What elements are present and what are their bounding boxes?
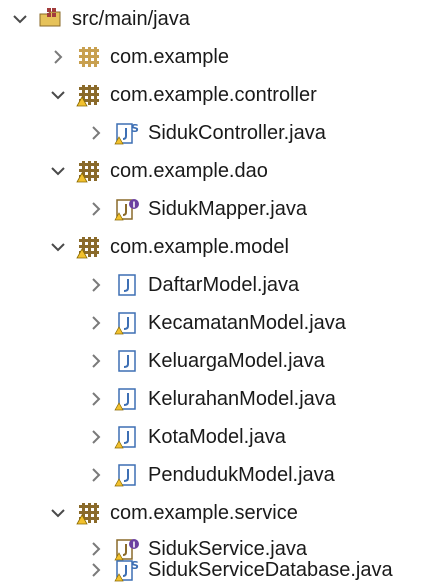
package-explorer-tree: src/main/java com.example com.example.co… bbox=[0, 0, 440, 582]
tree-node-siduk-controller-java[interactable]: S SidukController.java bbox=[86, 116, 326, 150]
package-icon bbox=[76, 158, 102, 184]
chevron-right-icon[interactable] bbox=[48, 47, 68, 67]
chevron-right-icon[interactable] bbox=[86, 427, 106, 447]
chevron-right-icon[interactable] bbox=[86, 123, 106, 143]
tree-node-penduduk-model-java[interactable]: PendudukModel.java bbox=[86, 458, 335, 492]
tree-node-label: com.example bbox=[110, 46, 229, 68]
chevron-down-icon[interactable] bbox=[10, 9, 30, 29]
chevron-down-icon[interactable] bbox=[48, 85, 68, 105]
source-folder-icon bbox=[38, 6, 64, 32]
java-interface-icon: I bbox=[114, 196, 140, 222]
chevron-down-icon[interactable] bbox=[48, 161, 68, 181]
package-icon bbox=[76, 82, 102, 108]
tree-node-label: DaftarModel.java bbox=[148, 274, 300, 296]
svg-text:S: S bbox=[131, 122, 139, 135]
java-file-warning-icon bbox=[114, 386, 140, 412]
tree-node-label: PendudukModel.java bbox=[148, 464, 335, 486]
svg-text:I: I bbox=[133, 541, 136, 550]
java-file-warning-icon bbox=[114, 462, 140, 488]
tree-node-label: KotaModel.java bbox=[148, 426, 286, 448]
tree-node-label: SidukController.java bbox=[148, 122, 326, 144]
chevron-right-icon[interactable] bbox=[86, 313, 106, 333]
tree-node-keluarga-model-java[interactable]: KeluargaModel.java bbox=[86, 344, 325, 378]
java-file-warning-icon bbox=[114, 424, 140, 450]
java-file-icon bbox=[114, 272, 140, 298]
svg-text:I: I bbox=[133, 201, 136, 210]
svg-text:S: S bbox=[131, 559, 139, 572]
tree-node-kelurahan-model-java[interactable]: KelurahanModel.java bbox=[86, 382, 336, 416]
tree-node-label: com.example.dao bbox=[110, 160, 268, 182]
tree-node-label: KeluargaModel.java bbox=[148, 350, 325, 372]
tree-node-com-example-model[interactable]: com.example.model bbox=[48, 230, 289, 264]
tree-node-siduk-service-database-java[interactable]: S SidukServiceDatabase.java bbox=[86, 559, 393, 582]
tree-node-label: KecamatanModel.java bbox=[148, 312, 346, 334]
chevron-down-icon[interactable] bbox=[48, 503, 68, 523]
tree-node-kota-model-java[interactable]: KotaModel.java bbox=[86, 420, 286, 454]
tree-node-com-example-controller[interactable]: com.example.controller bbox=[48, 78, 317, 112]
tree-node-label: com.example.service bbox=[110, 502, 298, 524]
chevron-down-icon[interactable] bbox=[48, 237, 68, 257]
tree-node-label: src/main/java bbox=[72, 8, 190, 30]
tree-node-com-example-dao[interactable]: com.example.dao bbox=[48, 154, 268, 188]
tree-node-label: com.example.model bbox=[110, 236, 289, 258]
tree-node-label: com.example.controller bbox=[110, 84, 317, 106]
tree-node-daftar-model-java[interactable]: DaftarModel.java bbox=[86, 268, 299, 302]
chevron-right-icon[interactable] bbox=[86, 351, 106, 371]
chevron-right-icon[interactable] bbox=[86, 560, 106, 580]
package-icon bbox=[76, 234, 102, 260]
java-class-icon: S bbox=[114, 120, 140, 146]
chevron-right-icon[interactable] bbox=[86, 199, 106, 219]
tree-node-src-main-java[interactable]: src/main/java bbox=[10, 2, 190, 36]
tree-node-com-example[interactable]: com.example bbox=[48, 40, 229, 74]
tree-node-kecamatan-model-java[interactable]: KecamatanModel.java bbox=[86, 306, 346, 340]
package-icon bbox=[76, 500, 102, 526]
chevron-right-icon[interactable] bbox=[86, 389, 106, 409]
empty-package-icon bbox=[76, 44, 102, 70]
tree-node-label: SidukServiceDatabase.java bbox=[148, 559, 393, 581]
chevron-right-icon[interactable] bbox=[86, 465, 106, 485]
chevron-right-icon[interactable] bbox=[86, 275, 106, 295]
java-file-warning-icon bbox=[114, 310, 140, 336]
tree-node-siduk-mapper-java[interactable]: I SidukMapper.java bbox=[86, 192, 307, 226]
tree-node-com-example-service[interactable]: com.example.service bbox=[48, 496, 298, 530]
java-class-icon: S bbox=[114, 557, 140, 583]
tree-node-label: KelurahanModel.java bbox=[148, 388, 336, 410]
java-file-icon bbox=[114, 348, 140, 374]
tree-node-label: SidukMapper.java bbox=[148, 198, 307, 220]
